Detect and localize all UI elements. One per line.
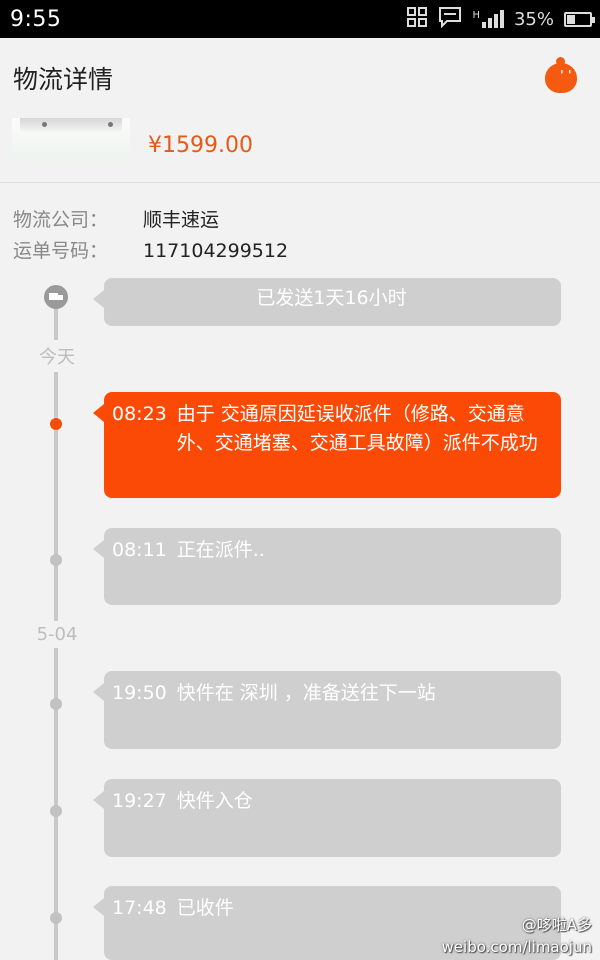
event-time: 19:27 xyxy=(112,790,167,812)
router-image xyxy=(20,118,122,132)
status-bar: 9:55 H 35% xyxy=(0,0,600,38)
status-time: 9:55 xyxy=(10,6,62,32)
battery-fill xyxy=(567,14,576,24)
tracking-number[interactable]: 117104299512 xyxy=(143,240,288,262)
event-text: 快件在 深圳 ，准备送往下一站 xyxy=(176,682,436,704)
signal-icon: H xyxy=(472,10,504,28)
timeline-node xyxy=(50,418,62,430)
company-label: 物流公司： xyxy=(13,209,109,231)
qr-scan-icon xyxy=(406,6,428,33)
event-text: 正在派件.. xyxy=(176,539,265,561)
timeline-node xyxy=(50,554,62,566)
timeline-event: 08:23 由于 交通原因延误收派件（修路、交通意外、交通堵塞、交通工具故障）派件… xyxy=(93,392,561,498)
truck-icon xyxy=(44,285,68,309)
timeline-event: 19:27 快件入仓 xyxy=(93,779,561,857)
battery-text: 35% xyxy=(513,8,554,30)
watermark-url: weibo.com/limaojun xyxy=(441,938,592,956)
event-text: 快件入仓 xyxy=(176,790,253,812)
timeline-node xyxy=(50,912,62,924)
shipping-duration-bubble: 已发送1天16小时 xyxy=(93,278,561,326)
network-type-label: H xyxy=(472,10,480,21)
event-time: 08:11 xyxy=(112,539,167,561)
shipping-duration-text: 已发送1天16小时 xyxy=(256,287,407,309)
tracking-label: 运单号码： xyxy=(13,240,109,262)
timeline-event: 19:50 快件在 深圳 ，准备送往下一站 xyxy=(93,671,561,749)
company-row: 物流公司： 顺丰速运 xyxy=(13,205,219,232)
date-label-0504: 5-04 xyxy=(27,621,87,648)
company-value: 顺丰速运 xyxy=(143,209,220,231)
tracking-row: 运单号码： 117104299512 xyxy=(13,236,288,263)
product-thumbnail[interactable] xyxy=(12,118,130,163)
router-light xyxy=(42,122,47,127)
timeline-node xyxy=(50,698,62,710)
mascot-icon[interactable] xyxy=(545,63,577,93)
watermark-handle: @哆啦A多 xyxy=(521,916,592,934)
status-icons: H 35% xyxy=(406,6,595,33)
battery-icon xyxy=(564,11,595,27)
event-time: 19:50 xyxy=(112,682,167,704)
router-light xyxy=(108,122,113,127)
event-text: 已收件 xyxy=(176,897,234,919)
event-time: 17:48 xyxy=(112,897,167,919)
event-text: 由于 交通原因延误收派件（修路、交通意外、交通堵塞、交通工具故障）派件不成功 xyxy=(176,403,538,454)
page-title: 物流详情 xyxy=(13,65,114,94)
page-header: 物流详情 ¥1599.00 xyxy=(0,38,600,183)
event-time: 08:23 xyxy=(112,403,167,425)
product-price: ¥1599.00 xyxy=(148,133,253,158)
timeline-event: 08:11 正在派件.. xyxy=(93,528,561,605)
message-icon xyxy=(438,6,462,33)
timeline-node xyxy=(50,805,62,817)
date-label-today: 今天 xyxy=(27,340,87,372)
watermark: @哆啦A多 weibo.com/limaojun xyxy=(442,914,592,958)
